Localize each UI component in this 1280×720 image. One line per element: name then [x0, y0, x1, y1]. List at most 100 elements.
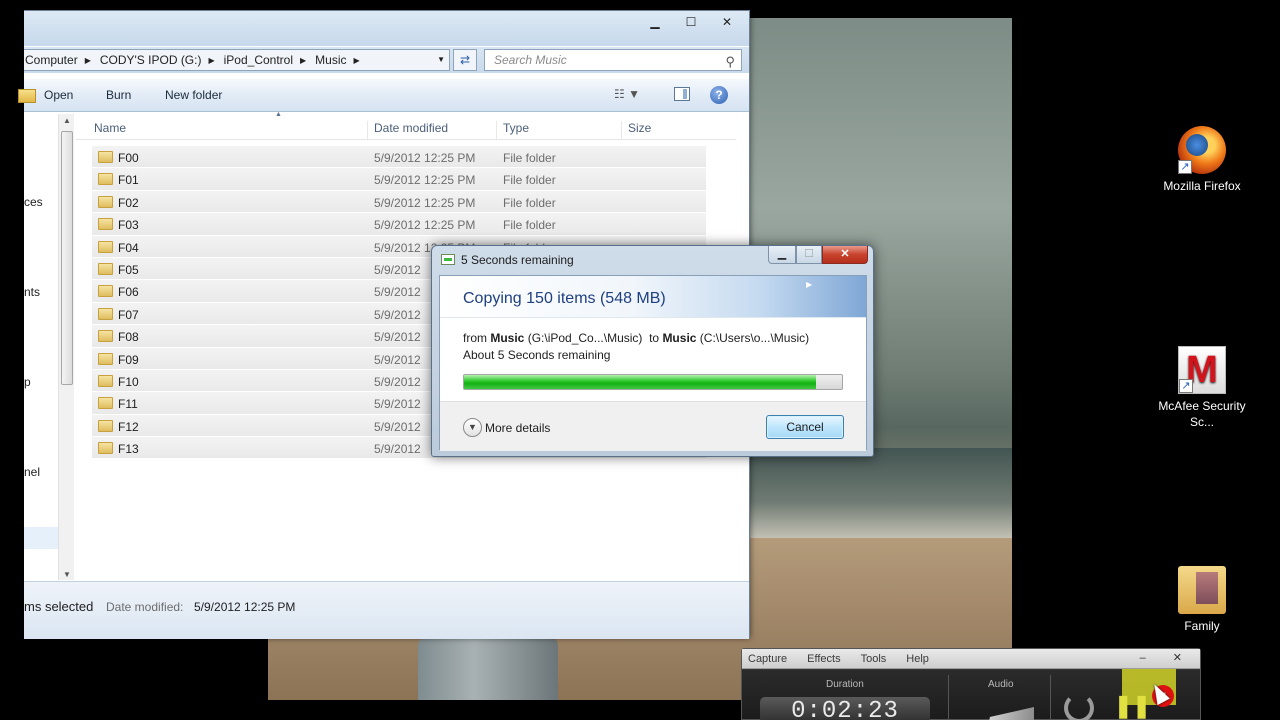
dialog-header: Copying 150 items (548 MB) ▶ [440, 276, 866, 318]
desktop-icon-label: Family [1184, 619, 1220, 633]
desktop-icon-mcafee[interactable]: M ↗ McAfee Security Sc... [1157, 346, 1247, 430]
navigation-bar: Computer ▶ CODY'S IPOD (G:) ▶ iPod_Control… [24, 47, 749, 73]
menu-item-effects[interactable]: Effects [807, 649, 840, 668]
time-remaining: About 5 Seconds remaining [463, 348, 611, 362]
folder-icon [98, 195, 113, 208]
recorder-window-controls[interactable]: – ✕ [1140, 651, 1194, 664]
menu-item-help[interactable]: Help [906, 649, 929, 668]
navigation-scrollbar[interactable]: ▲ ▼ [58, 114, 74, 580]
close-button[interactable]: ✕ [709, 13, 745, 31]
open-button[interactable]: Open [44, 88, 73, 102]
scroll-up-icon[interactable]: ▲ [63, 116, 71, 125]
folder-icon [98, 352, 113, 365]
breadcrumb-item[interactable]: CODY'S IPOD (G:) ▶ [100, 53, 224, 67]
folder-icon [98, 173, 113, 186]
view-options-button[interactable]: ☷ ▼ [614, 87, 648, 101]
nav-item-fragment[interactable]: p [24, 375, 31, 389]
dialog-title: 5 Seconds remaining [461, 253, 574, 267]
folder-icon [98, 285, 113, 298]
copy-progress-icon [441, 254, 455, 265]
column-header-date[interactable]: Date modified [367, 121, 448, 139]
folder-icon [98, 262, 113, 275]
help-icon[interactable]: ? [710, 86, 728, 104]
folder-icon [98, 330, 113, 343]
desktop-icon-family[interactable]: Family [1157, 566, 1247, 634]
nav-item-fragment[interactable]: nel [24, 465, 40, 479]
copy-heading: Copying 150 items (548 MB) [463, 290, 666, 307]
command-toolbar: Open Burn New folder ☷ ▼ ? [18, 79, 749, 112]
minimize-button[interactable]: ▁ [768, 246, 796, 264]
audio-level-meter [972, 707, 1034, 720]
new-folder-button[interactable]: New folder [165, 88, 222, 102]
menu-item-tools[interactable]: Tools [861, 649, 887, 668]
breadcrumb-item[interactable]: Music ▶ [315, 53, 369, 67]
scrollbar-thumb[interactable] [61, 131, 73, 385]
chevron-right-icon: ▶ [300, 55, 307, 65]
cancel-button[interactable]: Cancel [766, 415, 844, 439]
sort-ascending-icon: ▲ [275, 111, 282, 118]
more-details-toggle[interactable]: ▼ More details [463, 418, 550, 437]
scroll-down-icon[interactable]: ▼ [63, 570, 71, 579]
shortcut-arrow-icon: ↗ [1178, 160, 1192, 174]
file-row[interactable]: F02 5/9/2012 12:25 PM File folder [92, 190, 706, 214]
address-bar[interactable]: Computer ▶ CODY'S IPOD (G:) ▶ iPod_Control… [24, 49, 450, 71]
copy-progress-dialog: 5 Seconds remaining ▁ ☐ ✕ Copying 150 it… [431, 245, 874, 457]
explorer-titlebar[interactable]: ▁ ☐ ✕ [24, 11, 749, 46]
folder-open-icon [18, 89, 36, 103]
source-folder-link[interactable]: Music [490, 331, 524, 345]
desktop-icon-label: McAfee Security Sc... [1158, 399, 1246, 429]
burn-button[interactable]: Burn [106, 88, 131, 102]
column-header-row: ▲ Name Date modified Type Size [76, 111, 736, 140]
refresh-button[interactable]: ⇄ [453, 49, 477, 71]
column-header-name[interactable]: Name [88, 121, 126, 139]
maximize-button[interactable]: ☐ [673, 13, 709, 31]
details-view-icon: ☷ [614, 87, 625, 101]
audio-label: Audio [988, 679, 1014, 690]
navigation-selected-item[interactable] [24, 527, 58, 549]
breadcrumb-item[interactable]: Computer ▶ [25, 53, 100, 67]
progress-fill [464, 375, 816, 389]
restart-icon[interactable] [1064, 693, 1094, 720]
wallpaper-figure [418, 636, 558, 700]
divider [948, 675, 949, 720]
chevron-right-icon: ▶ [353, 55, 360, 65]
breadcrumb-item[interactable]: iPod_Control ▶ [224, 53, 316, 67]
desktop-icon-label: Mozilla Firefox [1163, 179, 1241, 193]
file-row[interactable]: F00 5/9/2012 12:25 PM File folder [92, 146, 706, 169]
header-glow-icon: ▶ [806, 280, 813, 289]
folder-icon [98, 397, 113, 410]
shortcut-arrow-icon: ↗ [1179, 379, 1193, 393]
selection-count: ms selected [24, 599, 94, 614]
refresh-icon: ⇄ [459, 53, 471, 67]
chevron-right-icon: ▶ [208, 55, 215, 65]
file-row[interactable]: F01 5/9/2012 12:25 PM File folder [92, 168, 706, 191]
duration-label: Duration [826, 679, 864, 690]
column-header-type[interactable]: Type [496, 121, 529, 139]
folder-icon [98, 151, 113, 163]
date-modified-value: 5/9/2012 12:25 PM [194, 600, 296, 614]
recorder-menu: Capture Effects Tools Help [742, 649, 1200, 669]
nav-item-fragment[interactable]: ces [24, 195, 43, 209]
desktop-icon-firefox[interactable]: ↗ Mozilla Firefox [1157, 126, 1247, 194]
chevron-right-icon: ▶ [84, 55, 91, 65]
close-button[interactable]: ✕ [822, 246, 868, 264]
copy-source-destination: from Music (G:\iPod_Co...\Music) to Musi… [463, 331, 810, 345]
chevron-down-icon[interactable]: ▼ [437, 55, 445, 64]
divider [1050, 675, 1051, 720]
file-row[interactable]: F03 5/9/2012 12:25 PM File folder [92, 213, 706, 236]
chevron-down-icon: ▼ [628, 87, 640, 101]
destination-folder-link[interactable]: Music [662, 331, 696, 345]
pause-icon[interactable]: ❚❚ [1114, 693, 1151, 719]
folder-icon [98, 419, 113, 432]
minimize-button[interactable]: ▁ [637, 13, 673, 31]
menu-item-capture[interactable]: Capture [748, 649, 787, 668]
search-input[interactable]: Search Music ⚲ [484, 49, 742, 71]
folder-icon [1178, 566, 1226, 614]
nav-item-fragment[interactable]: nts [24, 285, 40, 299]
column-header-size[interactable]: Size [621, 121, 651, 139]
recorder-widget: Capture Effects Tools Help – ✕ Duration … [741, 648, 1201, 720]
preview-pane-button[interactable] [674, 87, 690, 101]
folder-icon [98, 307, 113, 320]
search-icon[interactable]: ⚲ [725, 52, 735, 72]
folder-icon [98, 218, 113, 231]
